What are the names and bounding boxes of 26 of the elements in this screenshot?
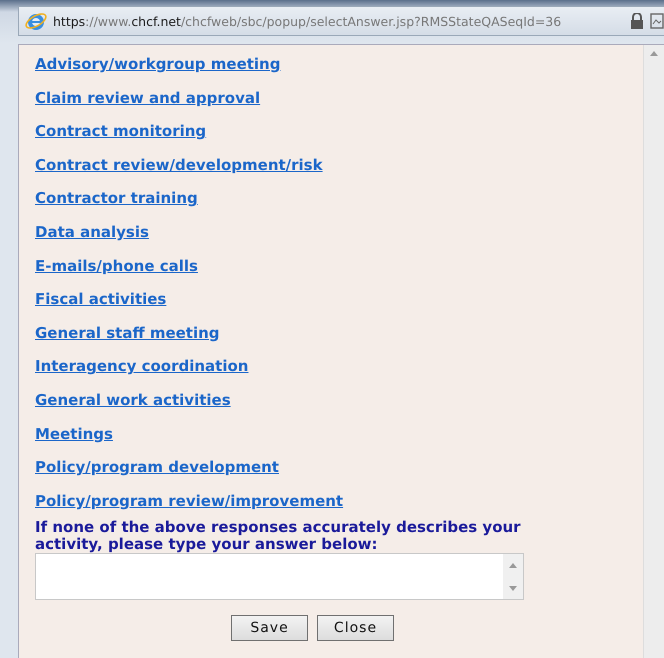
answer-link[interactable]: Advisory/workgroup meeting — [35, 55, 280, 73]
browser-icon — [25, 10, 47, 32]
answer-field[interactable] — [35, 553, 524, 600]
scroll-up-icon[interactable] — [509, 563, 517, 568]
answer-link[interactable]: Data analysis — [35, 222, 149, 241]
answer-link[interactable]: General work activities — [35, 390, 231, 409]
scroll-down-icon[interactable] — [509, 586, 517, 591]
answer-link[interactable]: Policy/program review/improvement — [35, 492, 344, 510]
answer-link[interactable]: Contract review/development/risk — [35, 156, 323, 174]
url-text: https://www.chcf.net/chcfweb/sbc/popup/selectAnswer.jsp?RMSStateQASeqId=36 — [53, 14, 562, 28]
close-button[interactable]: Close — [317, 615, 394, 642]
answer-link[interactable]: Policy/program development — [35, 458, 279, 476]
scroll-up-icon[interactable] — [650, 51, 658, 56]
lock-icon — [630, 13, 644, 29]
answer-link[interactable]: E-mails/phone calls — [35, 256, 198, 275]
answer-link[interactable]: General staff meeting — [35, 324, 220, 342]
page-icon[interactable] — [650, 13, 664, 29]
answer-link[interactable]: Contractor training — [35, 189, 198, 208]
answer-link[interactable]: Claim review and approval — [35, 88, 260, 107]
save-button[interactable]: Save — [231, 615, 308, 642]
answer-link[interactable]: Meetings — [35, 424, 113, 443]
answer-link[interactable]: Fiscal activities — [35, 290, 166, 308]
address-bar[interactable]: https://www.chcf.net/chcfweb/sbc/popup/selectAnswer.jsp?RMSStateQASeqId=36 — [18, 6, 664, 36]
answer-link[interactable]: Interagency coordination — [35, 357, 248, 376]
prompt-text: If none of the above responses accurately describes your activity, please type your answer below: — [35, 519, 522, 554]
answer-link[interactable]: Contract monitoring — [35, 122, 206, 140]
